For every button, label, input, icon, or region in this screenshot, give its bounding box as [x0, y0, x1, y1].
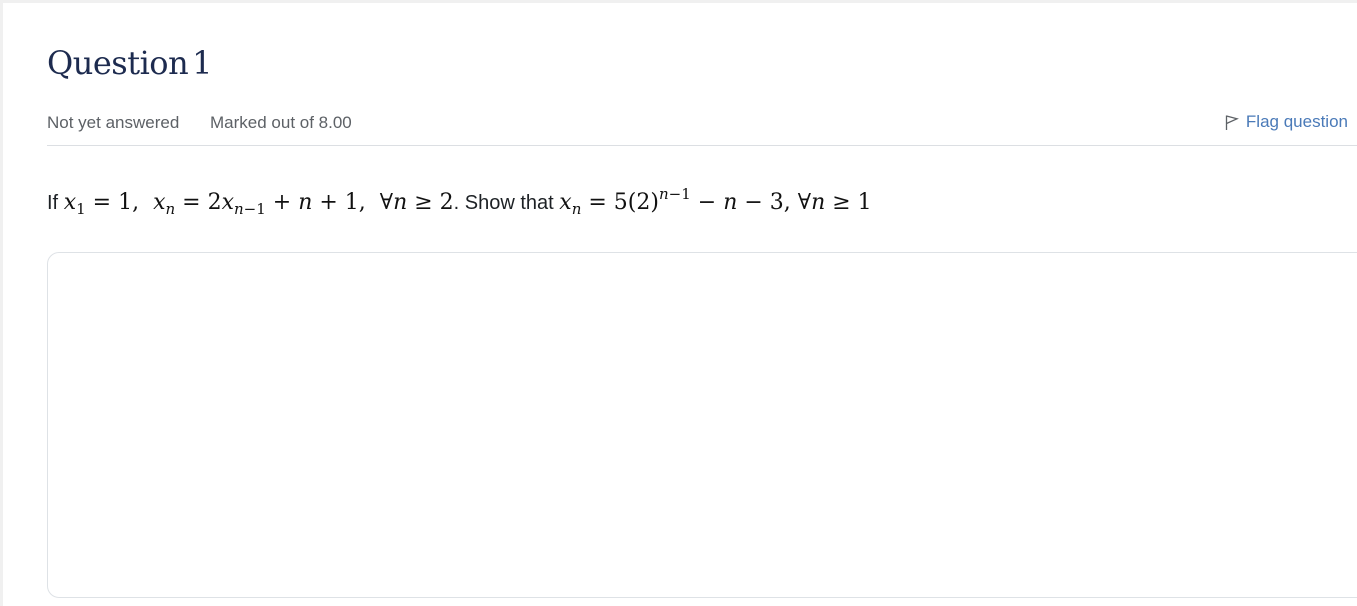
- question-info: Not yet answered Marked out of 8.00 Flag…: [47, 109, 1357, 137]
- math-closed-form: xn = 5(2)n−1 − n − 3, ∀n ≥ 1: [559, 185, 872, 218]
- flag-question-label: Flag question: [1245, 112, 1348, 131]
- question-title: Question 1: [47, 41, 213, 85]
- flag-icon: [1224, 114, 1240, 131]
- question-number: 1: [192, 44, 213, 82]
- answer-input[interactable]: [47, 252, 1357, 598]
- divider: [47, 145, 1357, 146]
- question-text-prefix: If: [47, 192, 59, 214]
- question-state: Not yet answered: [47, 113, 180, 132]
- question-text: If x1 = 1, xn = 2xn−1 + n + 1, ∀n ≥ 2. S…: [47, 181, 1357, 225]
- question-label: Question: [47, 44, 189, 82]
- question-grade: Marked out of 8.00: [210, 113, 352, 132]
- question-card: Question 1 Not yet answered Marked out of…: [3, 3, 1357, 606]
- question-text-mid: . Show that: [453, 192, 554, 214]
- math-recurrence: x1 = 1, xn = 2xn−1 + n + 1, ∀n ≥ 2: [63, 190, 454, 218]
- flag-question-button[interactable]: Flag question: [1224, 112, 1348, 132]
